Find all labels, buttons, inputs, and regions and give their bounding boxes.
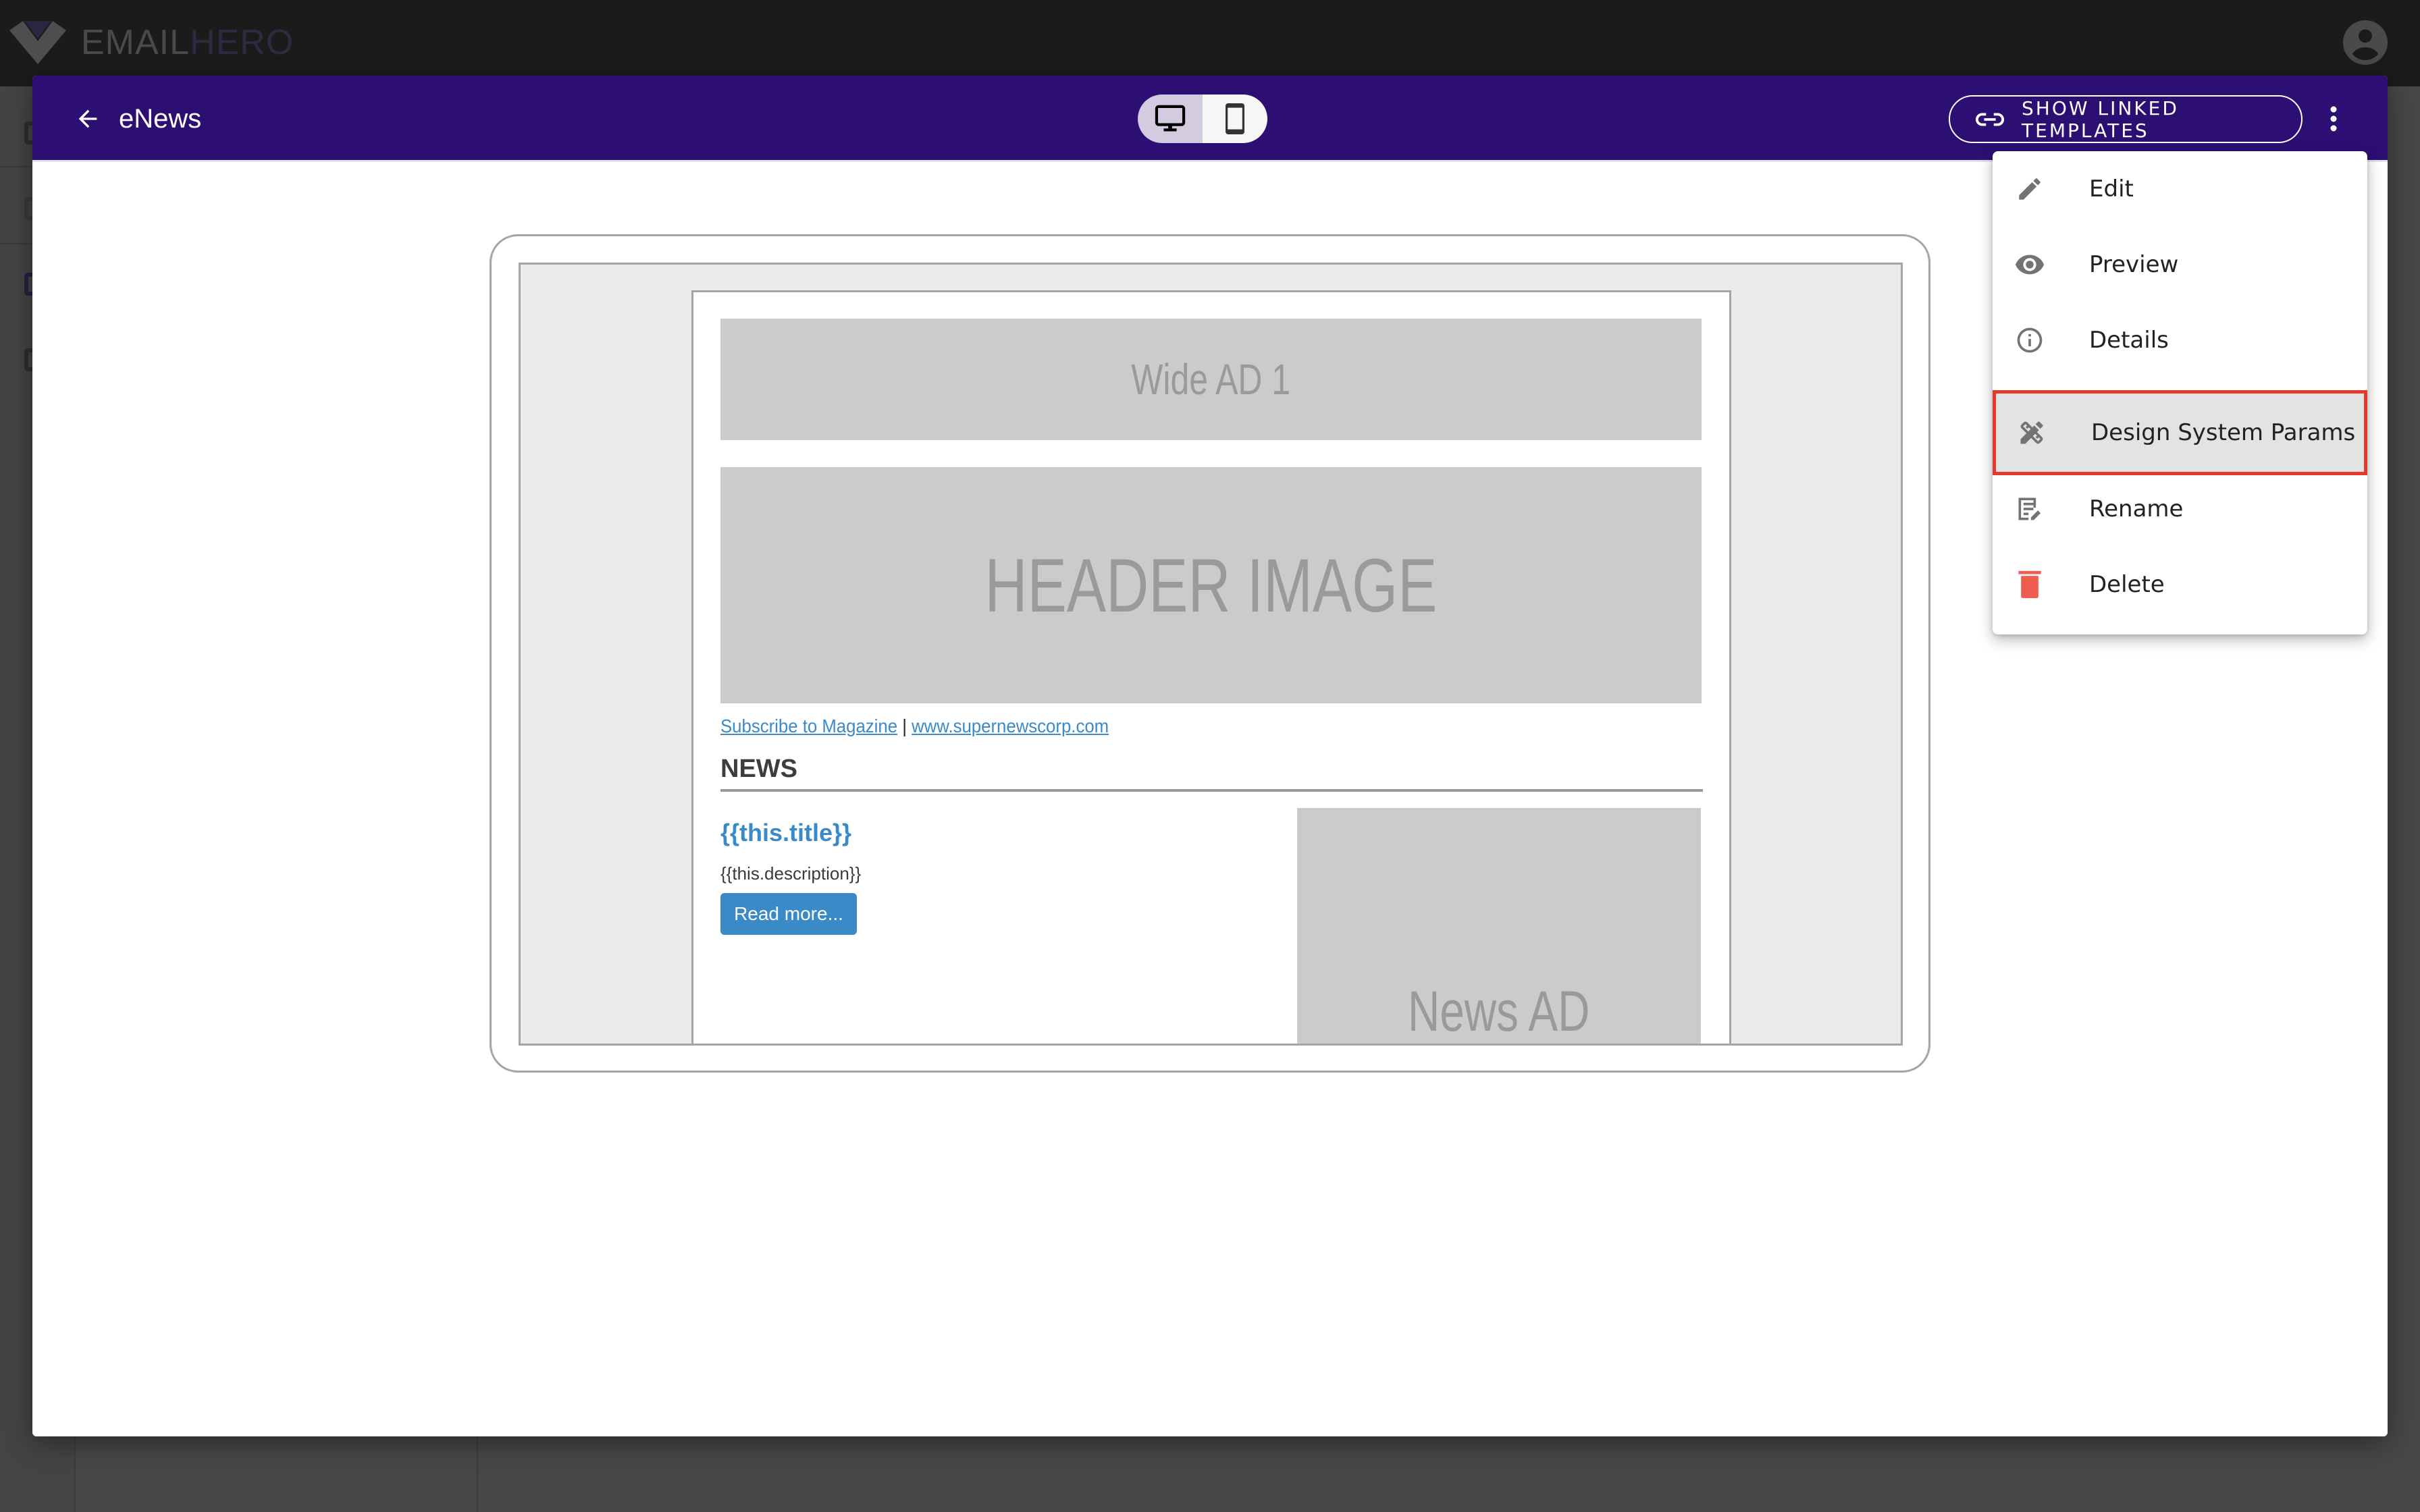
eye-icon: [2013, 248, 2047, 281]
chevron-v-logo-icon: [9, 21, 66, 64]
divider: [74, 1436, 76, 1512]
template-title: eNews: [119, 104, 202, 134]
read-more-button[interactable]: Read more...: [720, 893, 857, 935]
menu-item-delete[interactable]: Delete: [1993, 547, 2367, 622]
menu-item-rename[interactable]: Rename: [1993, 471, 2367, 547]
rename-icon: [2013, 492, 2047, 526]
trash-icon: [2013, 568, 2047, 601]
mobile-view-button[interactable]: [1203, 94, 1267, 143]
desktop-view-button[interactable]: [1138, 94, 1203, 143]
dialog-header: eNews SHOW LINKED TEMPLATES: [32, 76, 2388, 162]
email-links: Subscribe to Magazine | www.supernewscor…: [720, 716, 1142, 737]
article-title: {{this.title}}: [720, 819, 852, 846]
menu-item-preview[interactable]: Preview: [1993, 227, 2367, 302]
menu-item-edit[interactable]: Edit: [1993, 151, 2367, 227]
news-ad-placeholder: News AD: [1297, 808, 1701, 1044]
website-link[interactable]: www.supernewscorp.com: [912, 716, 1109, 736]
show-linked-templates-button[interactable]: SHOW LINKED TEMPLATES: [1949, 95, 2303, 143]
subscribe-link[interactable]: Subscribe to Magazine: [720, 716, 897, 736]
info-icon: [2013, 323, 2047, 357]
pencil-icon: [2013, 172, 2047, 206]
header-image-placeholder: HEADER IMAGE: [720, 467, 1702, 703]
link-icon: [1976, 112, 2004, 126]
menu-item-design-system-params[interactable]: Design System Params: [1993, 390, 2367, 475]
email-body: Wide AD 1 HEADER IMAGE Subscribe to Maga…: [691, 290, 1731, 1044]
menu-item-details[interactable]: Details: [1993, 302, 2367, 378]
device-toggle[interactable]: [1138, 94, 1267, 143]
divider: [477, 1436, 478, 1512]
mobile-icon: [1226, 103, 1244, 134]
news-divider: [720, 789, 1703, 792]
desktop-preview-frame: Wide AD 1 HEADER IMAGE Subscribe to Maga…: [490, 234, 1930, 1073]
article-description: {{this.description}}: [720, 863, 862, 884]
brand-name: EMAILHERO: [81, 23, 294, 62]
arrow-back-icon: [78, 109, 97, 128]
wide-ad-placeholder: Wide AD 1: [720, 319, 1702, 440]
back-button[interactable]: [69, 100, 107, 138]
account-circle-icon[interactable]: [2343, 20, 2388, 65]
brand-logo[interactable]: EMAILHERO: [9, 19, 294, 66]
more-vert-icon: [2330, 106, 2337, 132]
more-options-button[interactable]: [2315, 100, 2352, 138]
news-section-heading: NEWS: [720, 755, 797, 783]
desktop-icon: [1155, 105, 1186, 132]
more-options-menu: Edit Preview Details Design System Param…: [1993, 151, 2367, 634]
design-services-icon: [2015, 416, 2049, 450]
link-separator: |: [897, 716, 912, 736]
email-preview[interactable]: Wide AD 1 HEADER IMAGE Subscribe to Maga…: [519, 263, 1903, 1046]
app-bar: EMAILHERO: [0, 0, 2420, 86]
